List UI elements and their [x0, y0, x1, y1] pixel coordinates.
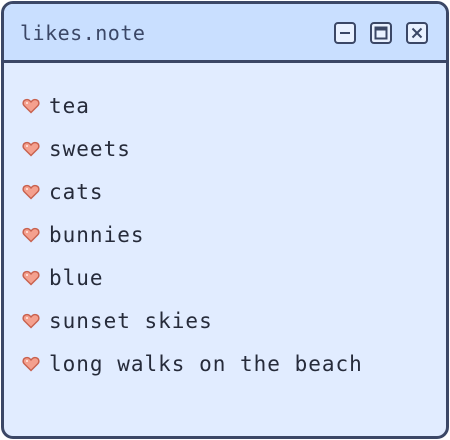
heart-icon [22, 184, 40, 200]
heart-icon [22, 270, 40, 286]
like-label: tea [49, 94, 90, 118]
close-button[interactable] [406, 22, 428, 44]
minimize-button[interactable] [334, 22, 356, 44]
note-window: likes.note tea sweets cats bunnies blue … [1, 1, 449, 439]
maximize-icon [374, 26, 388, 40]
list-item: cats [22, 178, 363, 221]
minimize-icon [340, 32, 350, 34]
like-label: long walks on the beach [49, 352, 363, 376]
maximize-button[interactable] [370, 22, 392, 44]
list-item: long walks on the beach [22, 350, 363, 393]
list-item: sunset skies [22, 307, 363, 350]
list-item: blue [22, 264, 363, 307]
like-label: sunset skies [49, 309, 213, 333]
list-item: bunnies [22, 221, 363, 264]
likes-list: tea sweets cats bunnies blue sunset skie… [22, 92, 363, 393]
window-title: likes.note [20, 21, 146, 45]
like-label: bunnies [49, 223, 145, 247]
list-item: sweets [22, 135, 363, 178]
like-label: sweets [49, 137, 131, 161]
close-icon [411, 27, 423, 39]
heart-icon [22, 227, 40, 243]
heart-icon [22, 313, 40, 329]
list-item: tea [22, 92, 363, 135]
heart-icon [22, 98, 40, 114]
heart-icon [22, 356, 40, 372]
like-label: blue [49, 266, 104, 290]
titlebar[interactable]: likes.note [4, 4, 446, 63]
heart-icon [22, 141, 40, 157]
like-label: cats [49, 180, 104, 204]
